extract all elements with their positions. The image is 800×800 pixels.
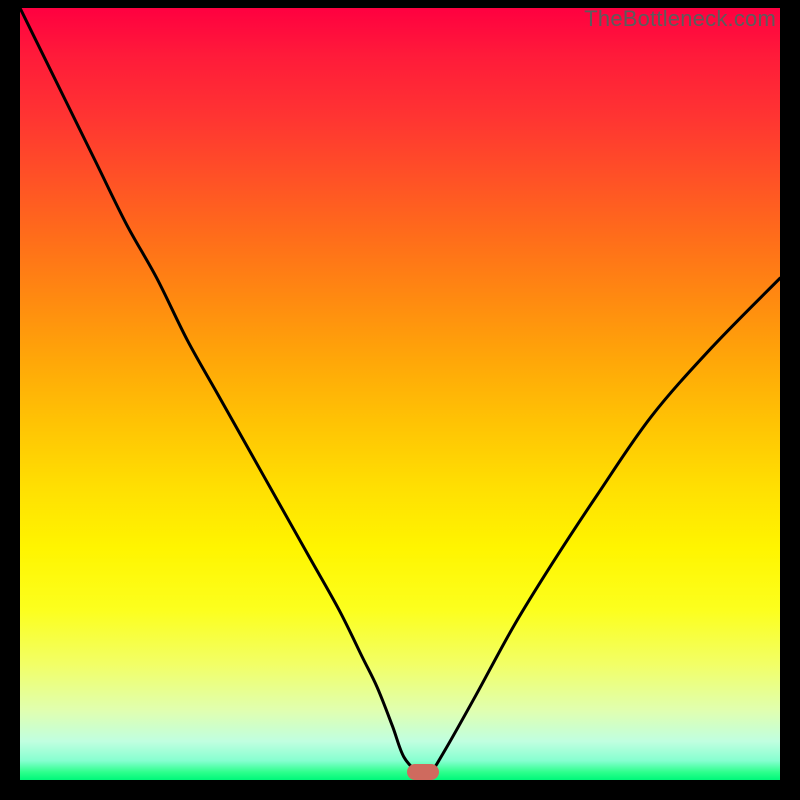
curve-svg	[20, 8, 780, 780]
bottleneck-curve-path	[20, 8, 780, 775]
bottleneck-chart: TheBottleneck.com	[0, 0, 800, 800]
optimum-marker	[407, 764, 439, 780]
plot-area	[20, 8, 780, 780]
